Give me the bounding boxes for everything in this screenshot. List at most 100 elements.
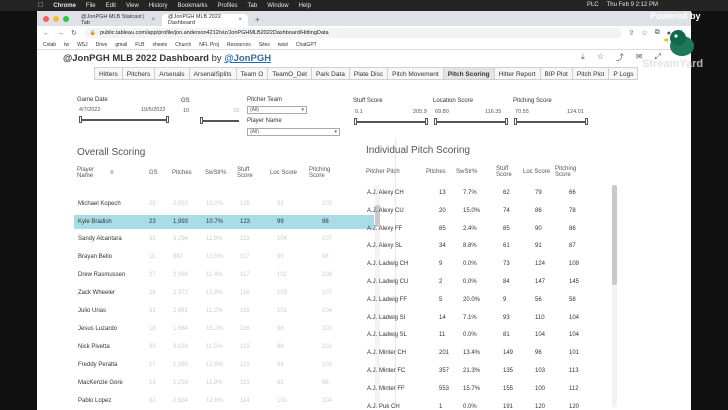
slider-handle[interactable] [354, 118, 357, 125]
reload-icon[interactable]: ↻ [71, 29, 77, 37]
table-row[interactable]: Michael Kopech 25 2,053 10.2% 125 93 103 [74, 197, 374, 211]
author-link[interactable]: @JonPGH [224, 53, 271, 64]
zoom-window-icon[interactable] [63, 16, 69, 22]
table-row[interactable]: A.J. Ladwig CH 9 0.0% 73 124 109 [366, 257, 606, 271]
menu-window[interactable]: Window [267, 3, 288, 9]
bookmark-flb[interactable]: FLB [135, 42, 144, 48]
col-stuff-score[interactable]: Stuff Score [237, 167, 259, 179]
location-score-max[interactable]: 116.35 [485, 109, 501, 115]
table-row[interactable]: A.J. Ladwig CU 2 0.0% 84 147 145 [366, 275, 606, 289]
col-pitches[interactable]: Pitches [172, 170, 192, 176]
tab-arsenals[interactable]: Arsenals [154, 67, 189, 80]
slider-handle[interactable] [166, 116, 169, 123]
menu-bookmarks[interactable]: Bookmarks [178, 3, 208, 9]
pitcher-team-select[interactable]: (All) ▾ [247, 106, 307, 114]
share-icon[interactable]: ⤴ [616, 52, 624, 63]
tab-pitch-movement[interactable]: Pitch Movement [387, 67, 443, 80]
table-row[interactable]: A.J. Alexy FF 85 2.4% 85 90 86 [366, 222, 606, 236]
tab-pitch-plot[interactable]: Pitch Plot [571, 67, 609, 80]
stuff-score-min[interactable]: 0.1 [355, 109, 363, 115]
menu-view[interactable]: View [126, 3, 139, 9]
table-row[interactable]: A.J. Minter CH 201 13.4% 149 96 101 [366, 346, 606, 360]
col-gs[interactable]: GS [149, 170, 158, 176]
download-icon[interactable]: ⤓ [581, 52, 585, 63]
bookmark-nfl-proj[interactable]: NFL Proj [199, 42, 219, 48]
menu-history[interactable]: History [149, 3, 168, 9]
slider-handle[interactable] [505, 118, 508, 125]
col-player-name[interactable]: Player Name [77, 167, 107, 179]
tab-pitchers[interactable]: Pitchers [121, 67, 155, 80]
share-icon[interactable]: ⇪ [629, 29, 635, 37]
table-row[interactable]: Drew Rasmussen 27 2,066 11.4% 117 102 106 [74, 268, 374, 282]
tab-team-o[interactable]: Team O [235, 67, 268, 80]
col-swstr[interactable]: SwStr% [205, 170, 226, 176]
menu-help[interactable]: Help [299, 3, 311, 9]
col-stuff-score[interactable]: Stuff Score [496, 166, 518, 178]
gs-slider[interactable] [200, 117, 239, 124]
menu-file[interactable]: File [86, 3, 96, 9]
tab-hitters[interactable]: Hitters [94, 67, 122, 80]
individual-scrollbar[interactable] [612, 185, 617, 407]
slider-handle[interactable] [585, 118, 588, 125]
address-bar[interactable]: 🔒 public.tableau.com/app/profile/jon.and… [83, 28, 622, 38]
table-row[interactable]: Zack Wheeler 26 2,372 12.9% 116 103 107 [74, 286, 374, 300]
sort-icon[interactable]: ≡ [110, 170, 114, 176]
bookmark-resources[interactable]: Resources [227, 42, 251, 48]
menu-tab[interactable]: Tab [248, 3, 258, 9]
table-row[interactable]: A.J. Ladwig SL 11 0.0% 81 104 104 [366, 328, 606, 342]
bookmark-sheets[interactable]: sheets [152, 42, 167, 48]
pitching-score-slider[interactable] [514, 118, 588, 125]
location-score-min[interactable]: 69.80 [435, 109, 449, 115]
col-swstr[interactable]: SwStr% [456, 169, 477, 175]
pitching-score-max[interactable]: 124.01 [567, 109, 584, 115]
tab-bip-plot[interactable]: BIP Plot [539, 67, 572, 80]
tab-p-logs[interactable]: P Logs [608, 67, 639, 80]
col-pitching-score[interactable]: Pitching Score [309, 167, 339, 179]
slider-handle[interactable] [79, 116, 82, 123]
table-row[interactable]: Julio Urias 31 2,681 11.2% 116 101 104 [74, 304, 374, 318]
menu-profiles[interactable]: Profiles [218, 3, 238, 9]
table-row[interactable]: A.J. Alexy CH 13 7.7% 62 79 66 [366, 186, 606, 200]
apple-icon[interactable]:  [38, 2, 43, 9]
close-window-icon[interactable] [43, 16, 49, 22]
back-icon[interactable]: ← [43, 30, 50, 37]
bookmark-church[interactable]: Church [175, 42, 191, 48]
table-row[interactable]: MacKenzie Gore 13 1,293 11.9% 115 92 98 [74, 376, 374, 390]
table-row[interactable]: A.J. Ladwig SI 14 7.1% 93 110 104 [366, 311, 606, 325]
table-row[interactable]: Brayan Bello 11 897 10.5% 117 95 98 [74, 250, 374, 264]
table-row[interactable]: A.J. Alexy SL 34 8.8% 61 91 87 [366, 239, 606, 253]
col-pitcher-pitch[interactable]: Pitcher Pitch [366, 169, 400, 175]
status-text[interactable]: PLC [587, 2, 599, 8]
bookmark-wsj[interactable]: WSJ [77, 42, 88, 48]
bookmark-drive[interactable]: Drive [96, 42, 108, 48]
col-loc-score[interactable]: Loc Score [523, 169, 550, 175]
tab-plate-disc[interactable]: Plate Disc [348, 67, 388, 80]
col-loc-score[interactable]: Loc Score [270, 170, 297, 176]
table-row[interactable]: Jesus Luzardo 18 1,684 15.2% 116 96 102 [74, 322, 374, 336]
gs-max[interactable]: 33 [233, 108, 239, 114]
stuff-score-slider[interactable] [354, 118, 428, 125]
browser-tab-active[interactable]: @JonPGH MLB 2022 Dashboard × [162, 14, 248, 26]
bookmark-sites[interactable]: Sites [259, 42, 270, 48]
table-row[interactable]: A.J. Puk CH 1 0.0% 191 120 120 [366, 400, 606, 410]
scroll-thumb[interactable] [612, 185, 617, 285]
game-date-start[interactable]: 4/7/2022 [79, 107, 100, 113]
col-pitching-score[interactable]: Pitching Score [555, 166, 585, 178]
slider-handle[interactable] [514, 118, 517, 125]
col-pitches[interactable]: Pitches [426, 169, 446, 175]
table-row[interactable]: Freddy Peralta 17 1,395 12.6% 115 98 103 [74, 358, 374, 372]
tab-hitter-report[interactable]: Hitter Report [493, 67, 540, 80]
close-tab-icon[interactable]: × [151, 17, 155, 23]
forward-icon[interactable]: → [57, 30, 64, 37]
table-row[interactable]: A.J. Minter FC 357 21.3% 135 103 113 [366, 364, 606, 378]
table-row[interactable]: A.J. Alexy CU 20 15.0% 74 86 78 [366, 204, 606, 218]
slider-handle[interactable] [200, 117, 203, 124]
tab-arsenal-splits[interactable]: ArsenalSplits [188, 67, 236, 80]
slider-handle[interactable] [434, 118, 437, 125]
minimize-window-icon[interactable] [53, 16, 59, 22]
game-date-slider[interactable] [79, 116, 169, 123]
menu-edit[interactable]: Edit [106, 3, 116, 9]
bookmark-tw[interactable]: tw [64, 42, 69, 48]
tab-team-o-det[interactable]: TeamO_Det [267, 67, 311, 80]
table-row[interactable]: Pablo Lopez 32 2,934 12.8% 114 101 104 [74, 394, 374, 408]
